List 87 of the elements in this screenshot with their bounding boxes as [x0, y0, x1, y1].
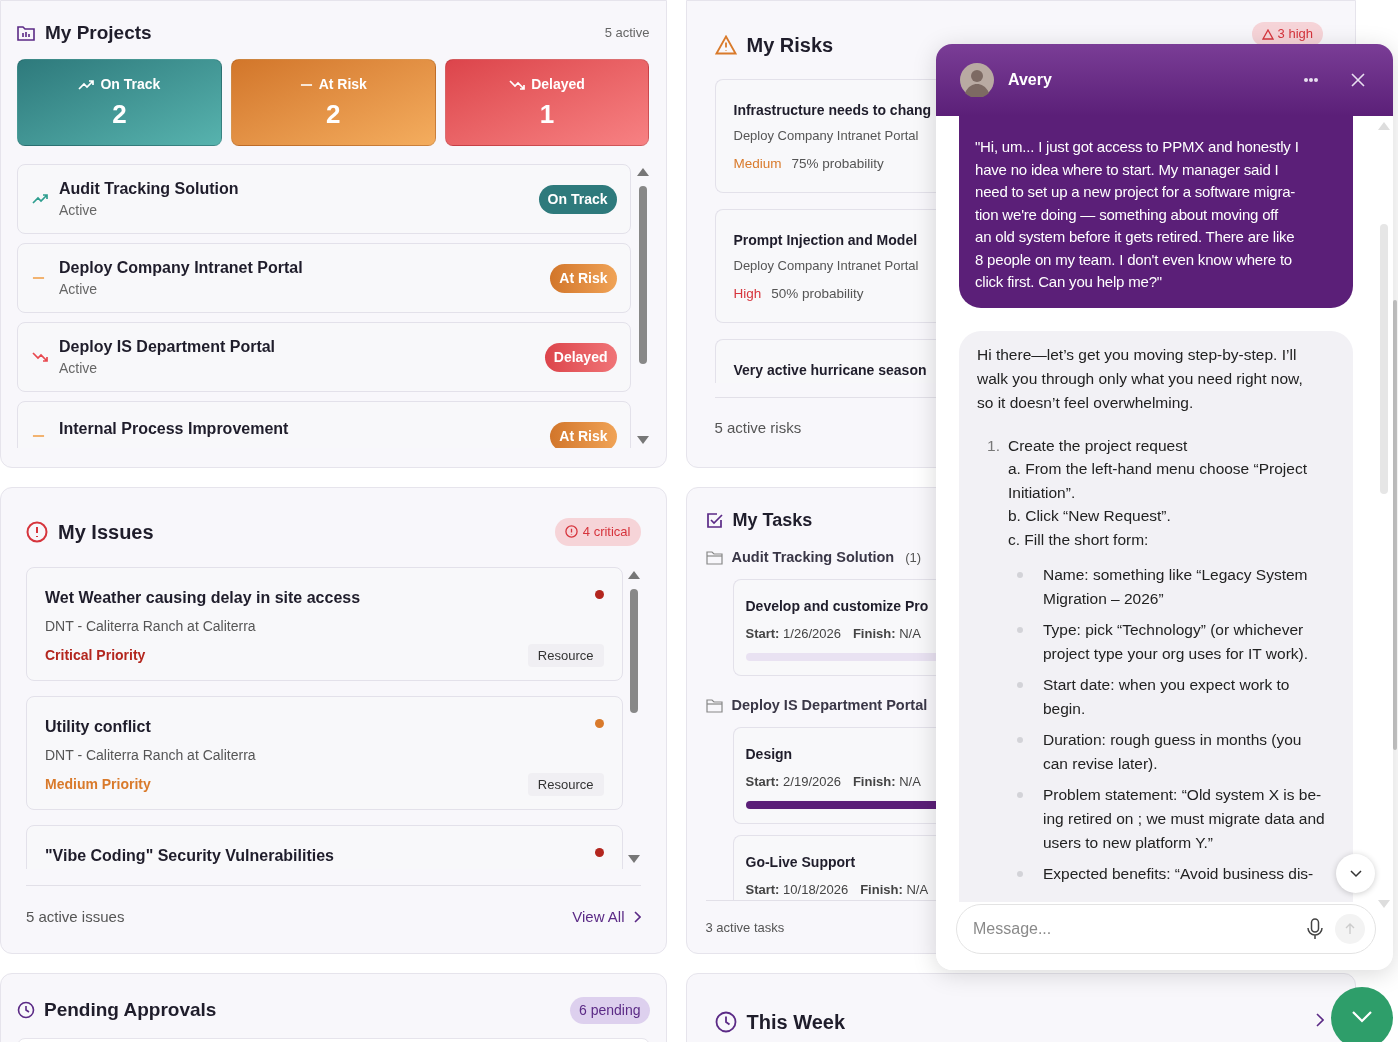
priority-label: Critical Priority — [45, 646, 146, 665]
project-status: Active — [59, 359, 99, 378]
priority-label: Medium Priority — [45, 775, 151, 794]
project-name: Deploy IS Department Portal — [59, 337, 277, 357]
start-date: Start: 1/26/2026 — [745, 625, 841, 643]
risk-title: Very active hurricane season — [733, 361, 928, 380]
probability-text: 50% probability — [771, 285, 864, 303]
issue-project: DNT - Caliterra Ranch at Caliterra — [45, 616, 257, 636]
high-badge: 3 high — [1251, 22, 1323, 46]
start-date: Start: 10/18/2026 — [745, 881, 849, 899]
project-item[interactable]: Deploy Company Intranet Portal Active At Risk — [17, 243, 631, 313]
step-text: Create the project request a. From the left-hand menu choose “Project Initiation”. b. Click “New Request”. c. Fill the short form: — [1008, 435, 1308, 550]
active-count: 5 active — [604, 24, 650, 43]
status-badge: On Track — [538, 184, 617, 214]
risk-project: Deploy Company Intranet Portal — [733, 127, 920, 145]
footer-text: 5 active risks — [714, 419, 802, 436]
section-title: My Projects — [45, 21, 152, 45]
risk-title: Infrastructure needs to chang — [733, 101, 933, 120]
message-field[interactable]: Message... — [956, 904, 1376, 954]
start-date: Start: 2/19/2026 — [745, 773, 841, 791]
status-label: At Risk — [318, 75, 367, 94]
bullet-text: Type: pick “Technology” (or whichever project type your org uses for IT work). — [1043, 620, 1309, 664]
risk-level: Medium — [733, 155, 782, 173]
section-title: Pending Approvals — [44, 998, 217, 1022]
issue-title: Wet Weather causing delay in site access — [45, 587, 362, 608]
category-tag: Resource — [527, 643, 604, 668]
pending-badge: 6 pending — [570, 996, 650, 1024]
task-item[interactable]: Develop and customize Pro Start: 1/26/2026 Finish: N/A — [732, 579, 937, 676]
category-tag: Resource — [527, 772, 604, 797]
bullet-text: Start date: when you expect work to begin. — [1043, 675, 1290, 719]
footer-text: 3 active tasks — [705, 920, 785, 935]
status-badge: Delayed — [544, 342, 617, 372]
project-name: Deploy Company Intranet Portal — [59, 258, 304, 278]
project-status: Active — [59, 280, 99, 299]
view-all-link[interactable]: View All — [572, 905, 641, 928]
finish-date: Finish: N/A — [860, 881, 929, 899]
status-badge: At Risk — [550, 263, 617, 293]
issue-title: Utility conflict — [45, 716, 152, 737]
task-count: (1) — [905, 549, 922, 568]
issue-title: "Vibe Coding" Security Vulnerabilities — [45, 845, 335, 866]
status-count: 1 — [539, 98, 555, 131]
issue-project: DNT - Caliterra Ranch at Caliterra — [45, 745, 257, 765]
task-name: Go-Live Support — [745, 853, 857, 872]
risk-item[interactable]: Prompt Injection and Model Deploy Company Intranet Portal High 50% probability — [714, 209, 937, 323]
user-message: "Hi, um... I just got access to PPMX and honestly I have no idea where to start. My manager said I need to set up a new project for a software migra- tion we're doing — something about moving off an old system before it gets retired. There are like 8 people on my team. I don't even know where to click first. Can you help me?" — [959, 116, 1353, 308]
contact-name: Avery — [1008, 70, 1053, 90]
bullet-text: Problem statement: “Old system X is be- ing retired on ; we must migrate data and users to new platform Y.” — [1043, 785, 1325, 853]
project-name: Internal Process Improvement — [59, 419, 290, 439]
project-name: Audit Tracking Solution — [59, 179, 240, 199]
message-input[interactable]: Message... — [973, 917, 1307, 941]
risk-project: Deploy Company Intranet Portal — [733, 257, 920, 275]
section-title: My Tasks — [732, 509, 813, 532]
risk-item[interactable]: Very active hurricane season — [714, 339, 937, 383]
risk-level: High — [733, 285, 762, 303]
section-title: This Week — [746, 1010, 846, 1035]
finish-date: Finish: N/A — [852, 625, 921, 643]
status-label: Delayed — [531, 75, 585, 94]
task-name: Design — [745, 745, 794, 764]
bullet-text: Duration: rough guess in months (you can revise later). — [1043, 730, 1302, 774]
project-status: Active — [59, 201, 99, 220]
section-title: My Risks — [746, 33, 834, 58]
issue-item[interactable]: Utility conflict DNT - Caliterra Ranch at Caliterra Medium Priority Resource — [26, 695, 623, 810]
project-item[interactable]: Deploy IS Department Portal Active Delayed — [17, 322, 631, 392]
status-count: 2 — [326, 98, 341, 131]
group-name: Audit Tracking Solution — [731, 548, 895, 568]
bullet-text: Expected benefits: “Avoid business dis- — [1043, 864, 1314, 884]
probability-text: 75% probability — [791, 155, 884, 173]
issue-item[interactable]: Wet Weather causing delay in site access DNT - Caliterra Ranch at Caliterra Critical Priority Resource — [26, 566, 623, 681]
message-text: Hi there—let’s get you moving step-by-step. I’ll walk you through only what you need right now, so it doesn’t feel overwhelming. — [977, 344, 1304, 413]
task-item[interactable]: Go-Live Support Start: 10/18/2026 Finish: N/A — [732, 835, 937, 900]
status-count: 2 — [112, 98, 127, 131]
risk-item[interactable]: Infrastructure needs to chang Deploy Company Intranet Portal Medium 75% probability — [714, 79, 937, 193]
issue-item[interactable]: "Vibe Coding" Security Vulnerabilities — [26, 824, 623, 869]
task-item[interactable]: Design Start: 2/19/2026 Finish: N/A — [732, 727, 937, 824]
project-item[interactable]: Audit Tracking Solution Active On Track — [17, 164, 631, 234]
section-title: My Issues — [58, 519, 154, 545]
footer-text: 5 active issues — [26, 906, 125, 927]
risk-title: Prompt Injection and Model — [733, 231, 919, 250]
critical-badge: 4 critical — [554, 518, 641, 546]
status-label: On Track — [100, 75, 161, 94]
status-badge: At Risk — [550, 421, 617, 448]
project-item[interactable]: Internal Process Improvement At Risk — [17, 401, 631, 448]
finish-date: Finish: N/A — [852, 773, 921, 791]
bullet-text: Name: something like “Legacy System Migration – 2026” — [1043, 565, 1308, 609]
task-name: Develop and customize Pro — [745, 597, 930, 616]
list-number: 1. — [986, 435, 1000, 456]
group-name: Deploy IS Department Portal — [731, 696, 928, 716]
